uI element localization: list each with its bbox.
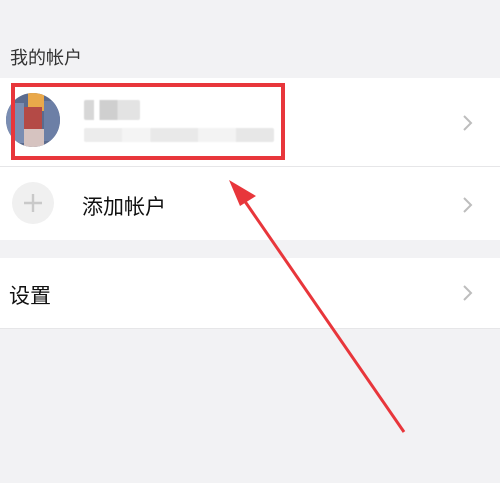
account-name-blurred (84, 100, 140, 120)
section-title: 我的帐户 (10, 48, 82, 69)
settings-row[interactable] (0, 258, 500, 328)
chevron-right-icon (462, 284, 476, 301)
chevron-right-icon (462, 114, 476, 131)
add-account-row[interactable] (0, 167, 500, 240)
chevron-right-icon (462, 196, 476, 213)
settings-label: 设置 (9, 284, 51, 308)
add-account-label: 添加帐户 (82, 195, 166, 219)
avatar (6, 93, 60, 147)
account-subtitle-blurred (84, 128, 274, 142)
account-settings-page: 我的帐户 添加帐户 设置 (0, 0, 500, 483)
account-row[interactable] (0, 78, 500, 166)
divider (0, 328, 500, 329)
plus-icon (12, 182, 54, 224)
section-header: 我的帐户 (0, 0, 500, 78)
